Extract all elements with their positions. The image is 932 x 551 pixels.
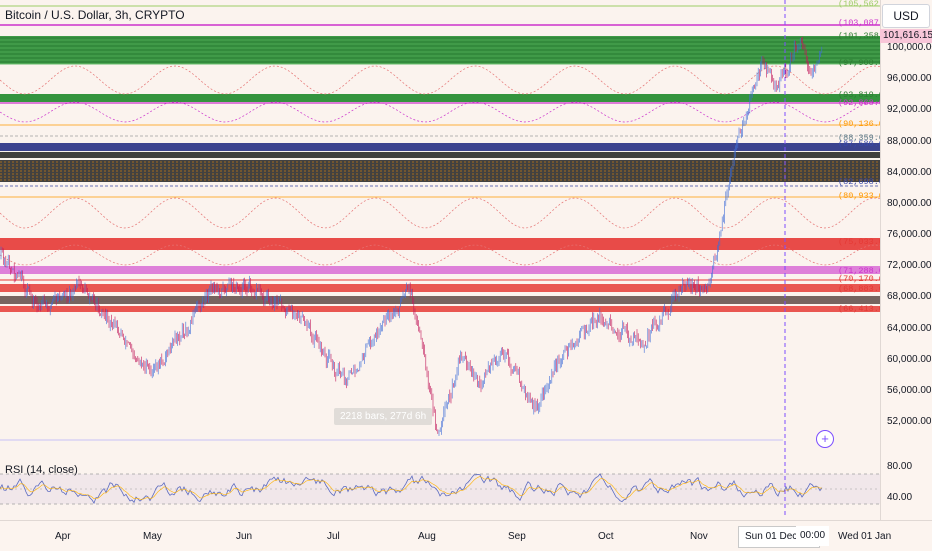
month-label: Apr (55, 531, 71, 542)
level-price-tag: (68,883.00) (838, 284, 880, 295)
currency-button[interactable]: USD (882, 4, 930, 28)
price-axis-label: 88,000.00 (887, 135, 932, 147)
symbol-title: Bitcoin / U.S. Dollar, 3h, CRYPTO (5, 8, 185, 22)
end-date-label: Wed 01 Jan (838, 531, 892, 542)
price-axis-label: 72,000.00 (887, 260, 932, 272)
date-range-tooltip: 2218 bars, 277d 6h (334, 408, 433, 425)
level-price-tag: (101,358.00) (838, 31, 880, 42)
price-scale[interactable]: 100,000.00 96,000.00 92,000.00 88,000.00 84,… (880, 0, 932, 520)
level-price-tag: (75,033.00) (838, 236, 880, 247)
price-axis-label: 76,000.00 (887, 229, 932, 240)
rsi-axis-label: 80.00 (887, 461, 913, 472)
price-axis-label: 56,000.00 (887, 384, 932, 396)
price-axis-label: 96,000.00 (887, 73, 932, 85)
month-label: Sep (508, 531, 526, 542)
price-chart[interactable] (0, 0, 880, 520)
month-label: May (143, 531, 162, 542)
level-price-tag: (87,580.00) (838, 138, 880, 149)
level-price-tag: (80,933.00) (838, 190, 880, 201)
level-price-tag: (82,698.00) (838, 176, 880, 187)
rsi-indicator-title[interactable]: RSI (14, close) (5, 464, 78, 476)
level-price-tag: (66,413.00) (838, 303, 880, 314)
rsi-axis-label: 40.00 (887, 492, 913, 503)
level-price-tag: (70,170.00) (838, 274, 880, 285)
add-plus-button[interactable]: + (816, 430, 834, 448)
last-price-badge: 101,616.15 (880, 29, 932, 43)
month-label: Jun (236, 531, 253, 542)
price-axis-label: 92,000.00 (887, 104, 932, 116)
price-axis-label: 64,000.00 (887, 322, 932, 334)
price-axis-label: 52,000.00 (887, 416, 932, 427)
month-label: Jul (327, 531, 340, 542)
month-label: Oct (598, 531, 614, 542)
level-bands (0, 5, 880, 312)
level-price-tag: (97,908.00) (838, 58, 880, 69)
price-axis-label: 84,000.00 (887, 166, 932, 178)
price-axis-label: 60,000.00 (887, 353, 932, 365)
level-price-tag: (105,562.00) (838, 0, 880, 9)
crosshair-time-label: 00:00 (796, 526, 830, 546)
time-axis[interactable]: Apr May Jun Jul Aug Sep Oct Nov Sun 01 Dec '24 … (0, 520, 932, 551)
level-price-tag: (103,087.00) (838, 17, 880, 28)
month-label: Aug (418, 531, 436, 542)
chart-area[interactable]: Bitcoin / U.S. Dollar, 3h, CRYPTO 2218 b… (0, 0, 880, 520)
price-axis-label: 100,000.00 (887, 42, 932, 53)
price-axis-label: 68,000.00 (887, 291, 932, 303)
price-axis-label: 80,000.00 (887, 197, 932, 209)
rsi-pane (0, 473, 880, 505)
level-price-tag: (92,868.00) (838, 97, 880, 108)
month-label: Nov (690, 531, 708, 542)
level-price-tag: (90,136.00) (838, 118, 880, 129)
